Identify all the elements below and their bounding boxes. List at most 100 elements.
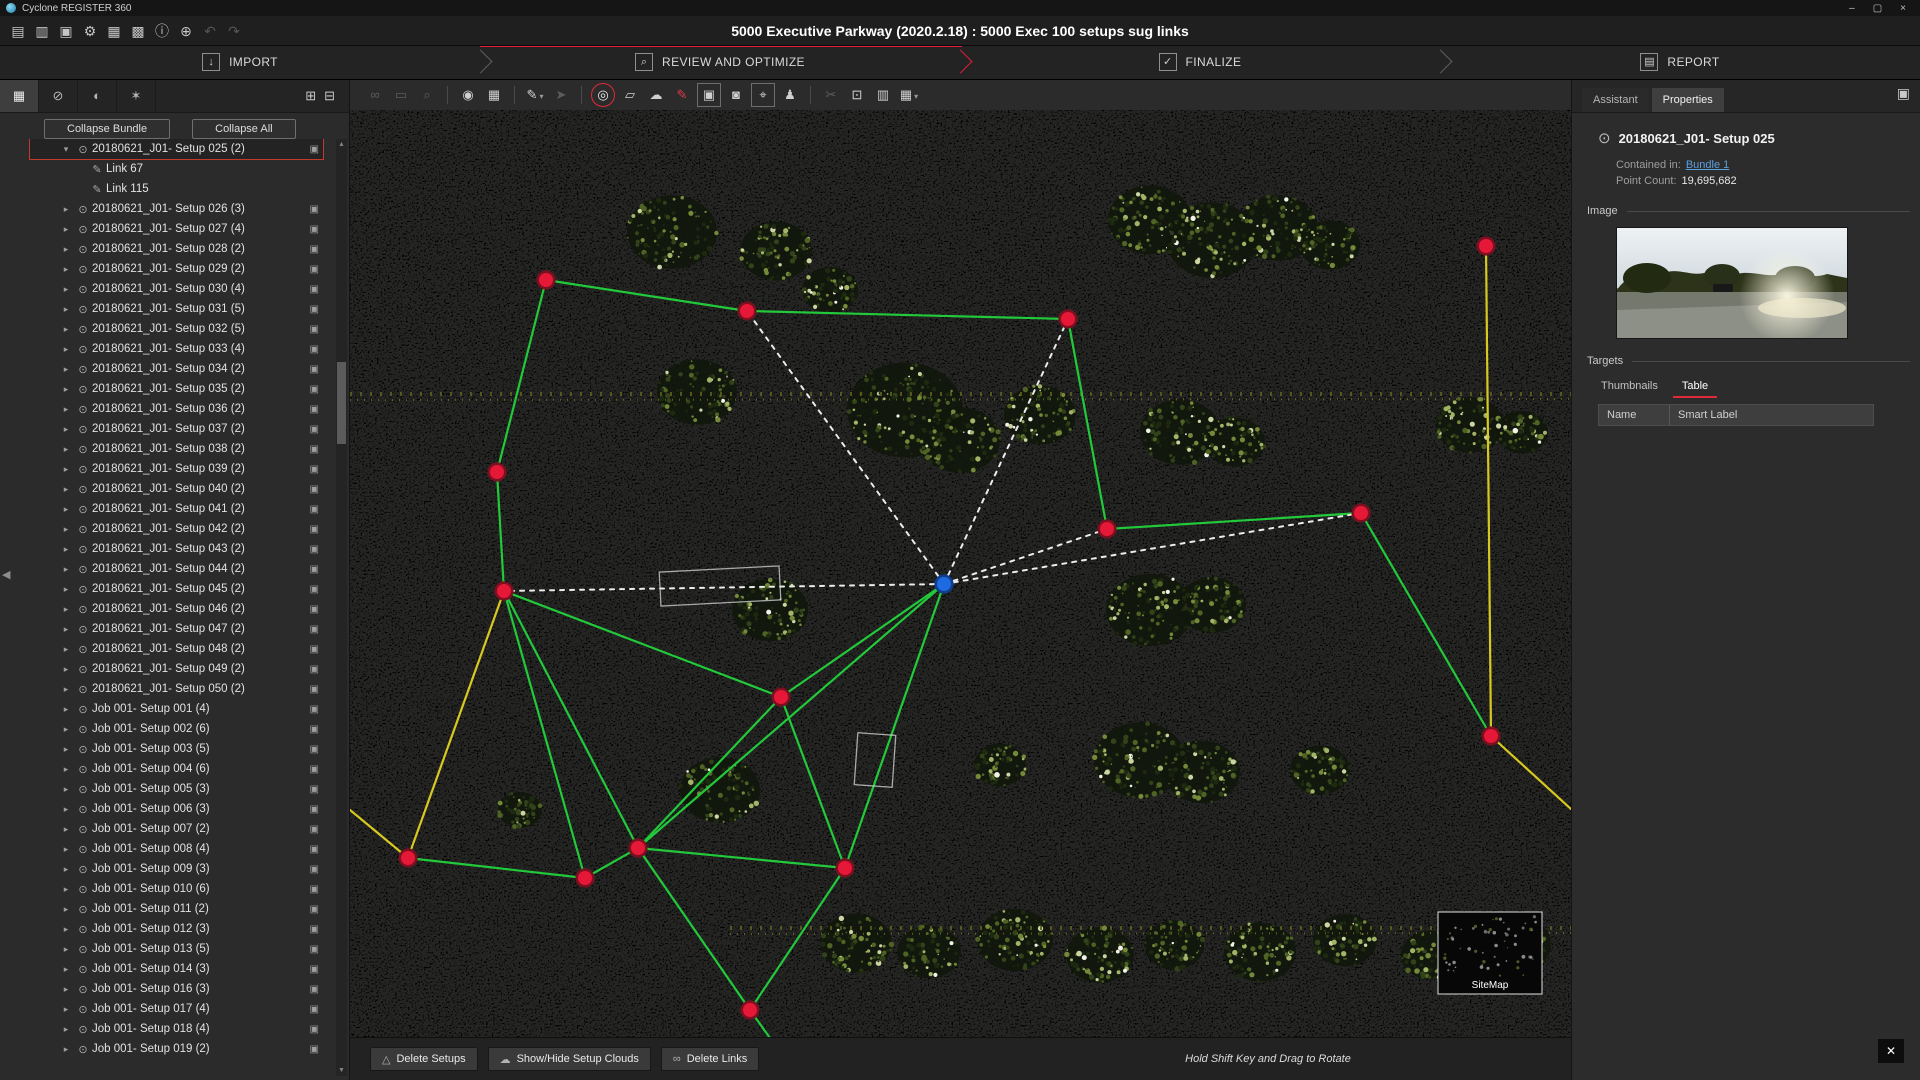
- tree-setup-item[interactable]: ▸⊙20180621_J01- Setup 038 (2)▣: [30, 439, 323, 459]
- expand-arrow-icon[interactable]: ▸: [58, 744, 74, 755]
- tree-setup-item[interactable]: ▸⊙20180621_J01- Setup 046 (2)▣: [30, 599, 323, 619]
- workflow-step-report[interactable]: ▤REPORT: [1440, 45, 1920, 79]
- thumbnail-icon[interactable]: ▣: [310, 144, 319, 155]
- setup-node[interactable]: [837, 860, 854, 877]
- expand-arrow-icon[interactable]: ▸: [58, 484, 74, 495]
- thumbnail-icon[interactable]: ▣: [310, 864, 319, 875]
- zoom-window-icon[interactable]: ⌕: [416, 84, 438, 106]
- geotag-tool-icon[interactable]: ⌖: [751, 83, 775, 107]
- tree-setup-item[interactable]: ▸⊙20180621_J01- Setup 033 (4)▣: [30, 339, 323, 359]
- thumbnail-icon[interactable]: ▣: [310, 664, 319, 675]
- expand-arrow-icon[interactable]: ▸: [58, 684, 74, 695]
- setup-node[interactable]: [400, 850, 417, 867]
- tree-setup-item[interactable]: ▸⊙Job 001- Setup 009 (3)▣: [30, 859, 323, 879]
- thumbnail-icon[interactable]: ▣: [310, 244, 319, 255]
- expand-arrow-icon[interactable]: ▸: [58, 604, 74, 615]
- thumbnail-icon[interactable]: ▣: [310, 404, 319, 415]
- expand-arrow-icon[interactable]: ▸: [58, 984, 74, 995]
- tree-setup-item[interactable]: ▸⊙Job 001- Setup 001 (4)▣: [30, 699, 323, 719]
- setup-node[interactable]: [773, 689, 790, 706]
- thumbnail-icon[interactable]: ▣: [310, 824, 319, 835]
- expand-arrow-icon[interactable]: ▸: [58, 244, 74, 255]
- tab-gis[interactable]: ◐: [78, 79, 117, 112]
- add-target-icon[interactable]: ◎: [591, 83, 615, 107]
- cut-links-icon[interactable]: ✂: [820, 84, 842, 106]
- expand-arrow-icon[interactable]: ▸: [58, 404, 74, 415]
- expand-arrow-icon[interactable]: ▸: [58, 764, 74, 775]
- setup-node[interactable]: [1060, 311, 1077, 328]
- tree-setup-item[interactable]: ▸⊙Job 001- Setup 016 (3)▣: [30, 979, 323, 999]
- expand-arrow-icon[interactable]: ▸: [58, 304, 74, 315]
- tree-setup-item[interactable]: ▸⊙20180621_J01- Setup 037 (2)▣: [30, 419, 323, 439]
- expand-arrow-icon[interactable]: ▸: [58, 664, 74, 675]
- targets-tab-table[interactable]: Table: [1673, 377, 1717, 398]
- thumbnail-icon[interactable]: ▣: [310, 384, 319, 395]
- thumbnail-icon[interactable]: ▣: [310, 764, 319, 775]
- tree-setup-item[interactable]: ▸⊙20180621_J01- Setup 048 (2)▣: [30, 639, 323, 659]
- thumbnail-icon[interactable]: ▣: [310, 324, 319, 335]
- tree-setup-item[interactable]: ▸⊙Job 001- Setup 004 (6)▣: [30, 759, 323, 779]
- tree-setup-item[interactable]: ▸⊙20180621_J01- Setup 031 (5)▣: [30, 299, 323, 319]
- thumbnail-icon[interactable]: ▣: [310, 1004, 319, 1015]
- thumbnail-icon[interactable]: ▣: [310, 464, 319, 475]
- panel-close-button[interactable]: ✕: [1878, 1039, 1904, 1063]
- thumbnail-icon[interactable]: ▣: [310, 884, 319, 895]
- expand-arrow-icon[interactable]: ▸: [58, 624, 74, 635]
- collapse-bundle-button[interactable]: Collapse Bundle: [44, 119, 170, 139]
- tab-project-explorer[interactable]: ▦: [0, 79, 39, 112]
- grid-options-icon[interactable]: ▦: [898, 84, 920, 106]
- frame-select-icon[interactable]: ▭: [390, 84, 412, 106]
- thumbnail-icon[interactable]: ▣: [310, 1044, 319, 1055]
- setup-node[interactable]: [630, 840, 647, 857]
- setup-node[interactable]: [1099, 521, 1116, 538]
- expand-arrow-icon[interactable]: ▸: [58, 344, 74, 355]
- expand-arrow-icon[interactable]: ▸: [58, 324, 74, 335]
- thumbnail-icon[interactable]: ▣: [310, 504, 319, 515]
- tree-setup-item[interactable]: ▸⊙20180621_J01- Setup 040 (2)▣: [30, 479, 323, 499]
- cloud-tool-icon[interactable]: ☁: [645, 84, 667, 106]
- setup-node[interactable]: [1483, 728, 1500, 745]
- expand-arrow-icon[interactable]: ▸: [58, 504, 74, 515]
- pointer-tool-icon[interactable]: ➤: [550, 84, 572, 106]
- expand-arrow-icon[interactable]: ▸: [58, 264, 74, 275]
- workflow-step-review-and-optimize[interactable]: ⌕REVIEW AND OPTIMIZE: [480, 45, 960, 79]
- maximize-button[interactable]: ▢: [1873, 3, 1882, 14]
- expand-arrow-icon[interactable]: ▸: [58, 444, 74, 455]
- tree-setup-item[interactable]: ▸⊙20180621_J01- Setup 029 (2)▣: [30, 259, 323, 279]
- tree-setup-item[interactable]: ▸⊙20180621_J01- Setup 035 (2)▣: [30, 379, 323, 399]
- expand-arrow-icon[interactable]: ▸: [58, 1044, 74, 1055]
- setup-node[interactable]: [496, 583, 513, 600]
- setup-node[interactable]: [538, 272, 555, 289]
- basemap-icon[interactable]: ▦: [483, 84, 505, 106]
- thumbnail-icon[interactable]: ▣: [310, 344, 319, 355]
- close-button[interactable]: ×: [1900, 3, 1906, 14]
- thumbnail-icon[interactable]: ▣: [310, 364, 319, 375]
- tree-link-item[interactable]: ✎Link 67: [30, 159, 323, 179]
- expand-arrow-icon[interactable]: ▸: [58, 564, 74, 575]
- storage-icon[interactable]: ▦: [104, 20, 124, 42]
- tree-link-item[interactable]: ✎Link 115: [30, 179, 323, 199]
- expand-arrow-icon[interactable]: ▸: [58, 384, 74, 395]
- report-print-icon[interactable]: ▩: [128, 20, 148, 42]
- pointcloud-canvas[interactable]: SiteMap: [350, 110, 1572, 1038]
- tree-setup-item[interactable]: ▸⊙Job 001- Setup 014 (3)▣: [30, 959, 323, 979]
- minimize-button[interactable]: –: [1849, 3, 1855, 14]
- expand-arrow-icon[interactable]: ▸: [58, 524, 74, 535]
- tree-setup-item[interactable]: ▸⊙20180621_J01- Setup 042 (2)▣: [30, 519, 323, 539]
- expand-arrow-icon[interactable]: ▸: [58, 844, 74, 855]
- thumbnail-icon[interactable]: ▣: [310, 604, 319, 615]
- undo-icon[interactable]: ↶: [200, 20, 220, 42]
- expand-arrow-icon[interactable]: ▸: [58, 1004, 74, 1015]
- help-icon[interactable]: ⊕: [176, 20, 196, 42]
- expand-arrow-icon[interactable]: ▸: [58, 824, 74, 835]
- expand-arrow-icon[interactable]: ▸: [58, 544, 74, 555]
- scroll-up-icon[interactable]: ▲: [336, 139, 347, 150]
- collapse-all-button[interactable]: Collapse All: [192, 119, 295, 139]
- tree-setup-item[interactable]: ▸⊙Job 001- Setup 012 (3)▣: [30, 919, 323, 939]
- annotate-tool-icon[interactable]: ✎: [671, 84, 693, 106]
- setup-panorama-image[interactable]: [1616, 227, 1848, 339]
- tree-setup-item[interactable]: ▸⊙20180621_J01- Setup 044 (2)▣: [30, 559, 323, 579]
- expand-arrow-icon[interactable]: ▸: [58, 584, 74, 595]
- thumbnail-icon[interactable]: ▣: [310, 524, 319, 535]
- info-icon[interactable]: ⓘ: [152, 20, 172, 42]
